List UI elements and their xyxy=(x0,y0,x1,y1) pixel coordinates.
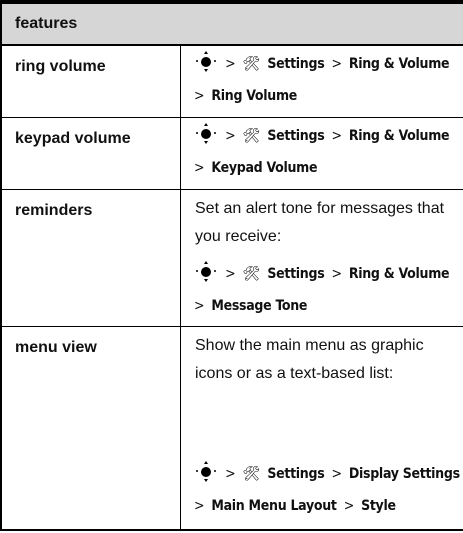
menu-item: Message Tone xyxy=(211,298,308,314)
separator: > xyxy=(194,160,205,176)
navigation-key-icon xyxy=(194,51,218,72)
separator: > xyxy=(343,498,355,514)
menu-item: Display Settings xyxy=(348,466,460,482)
feature-ring-volume: ring volume xyxy=(15,58,106,75)
path-line: > 🛠 Settings > Ring & Volume xyxy=(194,258,460,290)
menu-item: Settings xyxy=(267,56,325,72)
separator: > xyxy=(194,298,205,314)
separator: > xyxy=(225,266,236,282)
table-row: keypad volume > 🛠 Settings > Ring & Volu… xyxy=(2,118,463,189)
menu-item: Keypad Volume xyxy=(211,160,318,176)
path-ring-volume: > 🛠 Settings > Ring & Volume > Ring Volu… xyxy=(194,48,460,112)
path-keypad-volume: > 🛠 Settings > Ring & Volume > Keypad Vo… xyxy=(194,120,460,184)
menu-item: Ring & Volume xyxy=(348,266,450,282)
table-row: ring volume > 🛠 Settings > Ring & Volume… xyxy=(2,46,463,117)
path-line: > Keypad Volume xyxy=(194,152,460,184)
description-menu-view: Show the main menu as graphic icons or a… xyxy=(195,337,424,382)
separator: > xyxy=(225,128,236,144)
menu-item: Main Menu Layout xyxy=(211,498,337,514)
feature-menu-view: menu view xyxy=(15,339,97,356)
table-row: reminders Set an alert tone for messages… xyxy=(2,190,463,326)
separator: > xyxy=(331,128,342,144)
menu-item: Ring & Volume xyxy=(348,56,450,72)
settings-icon: 🛠 xyxy=(242,266,260,282)
separator: > xyxy=(194,498,205,514)
path-line: > Message Tone xyxy=(194,290,460,322)
path-line: > 🛠 Settings > Display Settings xyxy=(194,458,460,490)
settings-icon: 🛠 xyxy=(242,466,260,482)
menu-item: Settings xyxy=(267,128,325,144)
path-menu-view: > 🛠 Settings > Display Settings > Main M… xyxy=(194,458,460,522)
settings-icon: 🛠 xyxy=(242,128,260,144)
separator: > xyxy=(331,266,342,282)
path-line: > 🛠 Settings > Ring & Volume xyxy=(194,120,460,152)
separator: > xyxy=(331,466,342,482)
menu-item: Style xyxy=(361,498,396,514)
feature-keypad-volume: keypad volume xyxy=(15,130,131,147)
path-line: > Main Menu Layout > Style xyxy=(194,490,460,522)
menu-item: Ring & Volume xyxy=(348,128,450,144)
separator: > xyxy=(194,88,205,104)
bottom-rule xyxy=(0,529,463,531)
navigation-key-icon xyxy=(194,261,218,282)
features-table: features ring volume > 🛠 Settings > Ring… xyxy=(0,0,463,531)
menu-item: Ring Volume xyxy=(211,88,298,104)
separator: > xyxy=(225,56,236,72)
navigation-key-icon xyxy=(194,461,218,482)
path-reminders: > 🛠 Settings > Ring & Volume > Message T… xyxy=(194,258,460,322)
description-reminders: Set an alert tone for messages that you … xyxy=(195,200,445,245)
separator: > xyxy=(225,466,236,482)
path-line: > 🛠 Settings > Ring & Volume xyxy=(194,48,460,80)
header-label: features xyxy=(15,15,78,32)
menu-item: Settings xyxy=(267,266,325,282)
path-line: > Ring Volume xyxy=(194,80,460,112)
feature-reminders: reminders xyxy=(15,202,93,219)
navigation-key-icon xyxy=(194,123,218,144)
menu-item: Settings xyxy=(267,466,325,482)
table-row: menu view Show the main menu as graphic … xyxy=(2,327,463,529)
table-header: features xyxy=(2,4,463,44)
settings-icon: 🛠 xyxy=(242,56,260,72)
separator: > xyxy=(331,56,342,72)
